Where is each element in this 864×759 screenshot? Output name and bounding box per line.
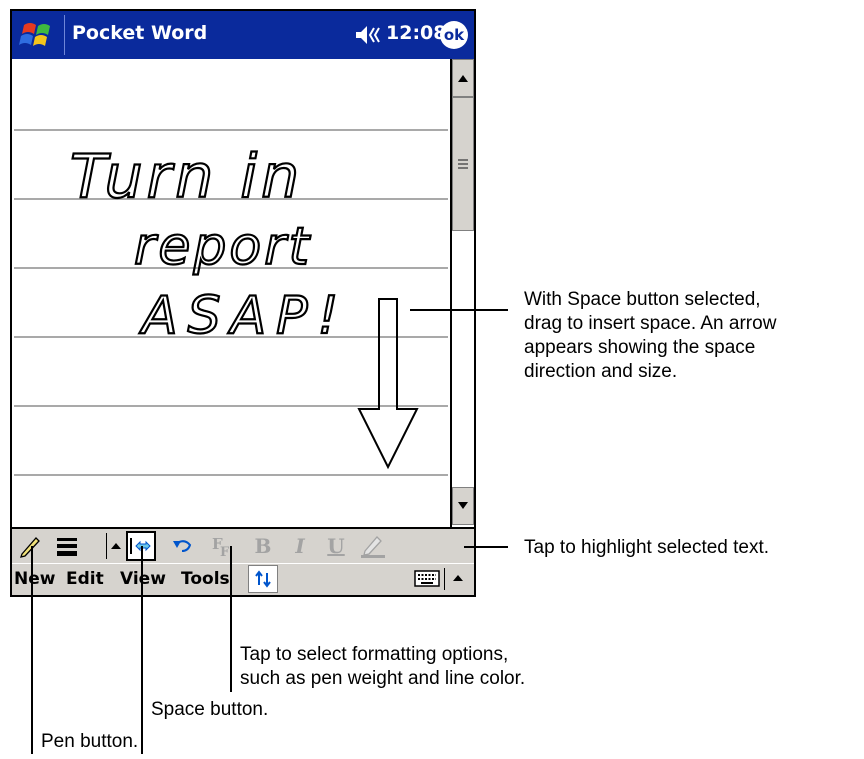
callout-line-text: Tap to select formatting options,	[240, 644, 509, 665]
ink-line-3: ASAP!	[139, 286, 348, 346]
title-bar: Pocket Word 12:08 ok	[12, 11, 474, 59]
menu-new[interactable]: New	[14, 569, 55, 589]
keyboard-icon	[414, 570, 440, 587]
menu-bar: New Edit View Tools	[12, 563, 474, 595]
scroll-down-button[interactable]	[452, 487, 474, 525]
handwriting-ink: Turn in report ASAP!	[69, 141, 419, 470]
svg-text:F: F	[220, 545, 230, 558]
callout-highlight: Tap to highlight selected text.	[524, 537, 770, 558]
speaker-volume-icon[interactable]	[354, 24, 384, 46]
ink-line-2: report	[134, 217, 312, 277]
vertical-scrollbar[interactable]	[450, 59, 474, 527]
input-selector-button[interactable]	[448, 564, 468, 592]
menubar-separator	[444, 568, 445, 590]
arrow-up-icon	[458, 75, 468, 82]
callout-line-text: direction and size.	[524, 361, 678, 382]
windows-start-icon[interactable]	[18, 19, 58, 51]
line-weight-icon	[57, 538, 77, 556]
toggle-arrows-icon	[255, 570, 271, 588]
writing-area[interactable]: Turn in report ASAP!	[12, 59, 450, 527]
ok-button[interactable]: ok	[440, 21, 468, 49]
ink-toolbar: F F B I U	[12, 527, 474, 563]
scroll-thumb[interactable]	[452, 97, 474, 231]
pen-icon	[20, 537, 40, 558]
callout-line-highlight	[464, 546, 508, 548]
chevron-up-icon	[453, 575, 463, 581]
highlighter-icon	[361, 536, 385, 558]
callout-line-text: With Space button selected,	[524, 289, 761, 310]
callout-formatting: Tap to select formatting options, such a…	[240, 643, 525, 691]
weight-dropdown-button[interactable]	[108, 531, 124, 561]
title-separator	[64, 15, 65, 55]
pen-button[interactable]	[16, 531, 44, 561]
grip-icon	[458, 159, 468, 169]
space-direction-arrow-icon	[357, 298, 419, 470]
highlight-button[interactable]	[358, 531, 388, 561]
callout-space-arrow: With Space button selected, drag to inse…	[524, 288, 776, 384]
callout-line-space-arrow	[410, 309, 508, 311]
pocket-pc-screen: Pocket Word 12:08 ok Turn in report ASAP…	[10, 9, 476, 597]
callout-pen-button: Pen button.	[41, 731, 139, 752]
callout-line-formatting	[230, 546, 232, 692]
ink-line-1: Turn in	[70, 142, 303, 212]
menu-edit[interactable]: Edit	[66, 569, 104, 589]
callout-line-text: drag to insert space. An arrow	[524, 313, 777, 334]
callout-line-text: such as pen weight and line color.	[240, 668, 526, 689]
underline-button[interactable]: U	[324, 531, 348, 561]
undo-button[interactable]	[170, 531, 196, 561]
pen-weight-button[interactable]	[52, 531, 82, 561]
italic-button[interactable]: I	[288, 531, 312, 561]
scroll-up-button[interactable]	[452, 59, 474, 97]
callout-line-pen-button	[31, 546, 33, 754]
callout-line-space-button	[141, 546, 143, 754]
recording-toolbar-button[interactable]	[248, 565, 278, 593]
undo-icon	[173, 540, 192, 552]
input-panel-button[interactable]	[412, 564, 442, 592]
bold-button[interactable]: B	[250, 531, 276, 561]
menu-tools[interactable]: Tools	[181, 569, 230, 589]
app-title: Pocket Word	[72, 22, 208, 44]
arrow-down-icon	[458, 502, 468, 509]
callout-line-text: appears showing the space	[524, 337, 756, 358]
toolbar-separator	[106, 533, 107, 559]
chevron-up-icon	[111, 543, 121, 549]
clock[interactable]: 12:08	[386, 22, 446, 44]
callout-space-button: Space button.	[151, 699, 269, 720]
